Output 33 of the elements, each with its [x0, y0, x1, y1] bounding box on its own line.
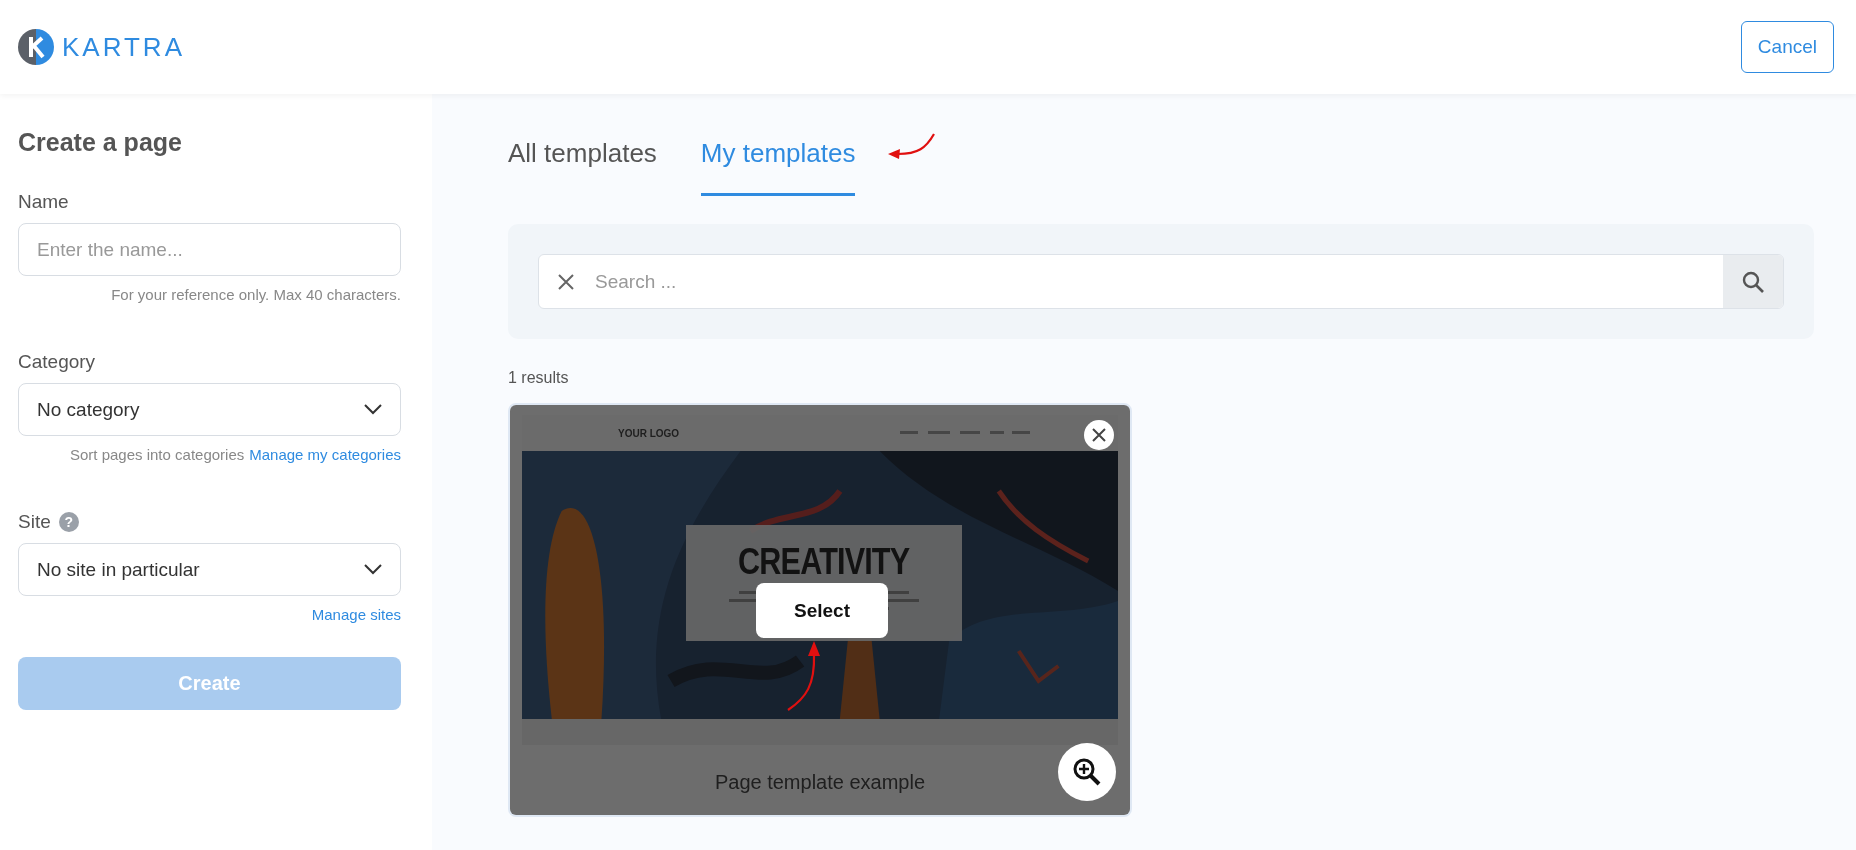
help-icon[interactable]: ?: [58, 512, 79, 532]
results-count: 1 results: [508, 369, 570, 387]
zoom-button[interactable]: [1058, 743, 1116, 801]
field-label: Site: [18, 511, 51, 533]
select-button[interactable]: Select: [756, 583, 888, 638]
template-name: Page template example: [714, 771, 926, 794]
name-input[interactable]: Enter the name...: [18, 223, 401, 276]
logo-text: KARTRA: [62, 31, 185, 63]
form-title: Create a page: [18, 128, 183, 157]
help-text: Sort pages into categories: [69, 446, 245, 463]
search-icon: [1741, 269, 1765, 294]
select-field[interactable]: No category: [18, 383, 401, 436]
clear-icon[interactable]: [557, 272, 575, 291]
search-field[interactable]: Search ...: [538, 254, 1784, 309]
field-label: Name: [18, 191, 69, 213]
chevron-down-icon: [364, 404, 382, 415]
select-field[interactable]: No site in particular: [18, 543, 401, 596]
cancel-button[interactable]: Cancel: [1740, 21, 1834, 73]
preview-logo: YOUR LOGO: [618, 427, 680, 439]
help-text: For your reference only. Max 40 characters.: [111, 286, 401, 303]
search-button[interactable]: [1723, 255, 1783, 308]
close-icon: [1092, 428, 1106, 442]
template-tab[interactable]: My templates: [700, 138, 856, 196]
annotation-arrow: [786, 640, 820, 712]
template-tab[interactable]: All templates: [508, 138, 657, 196]
manage-link[interactable]: Manage sites: [311, 606, 401, 623]
zoom-in-icon: [1072, 757, 1102, 787]
field-label: Category: [18, 351, 96, 373]
chevron-down-icon: [364, 564, 382, 575]
search-input[interactable]: Search ...: [593, 269, 1723, 294]
logo-icon: [18, 29, 54, 65]
manage-link[interactable]: Manage my categories: [249, 446, 401, 463]
preview-heading: CREATIVITY: [738, 541, 910, 583]
